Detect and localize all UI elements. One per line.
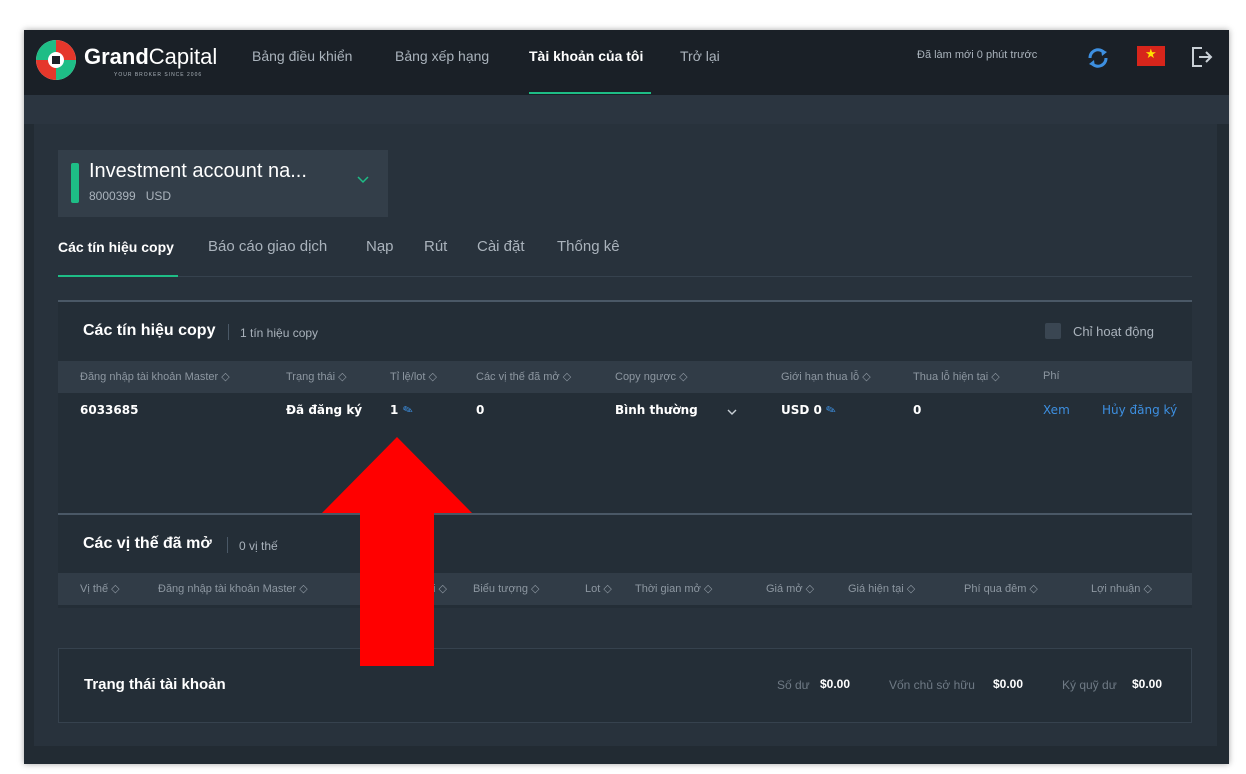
col-open-positions[interactable]: Các vị thế đã mở ◇ [476, 370, 571, 383]
logout-icon[interactable] [1188, 44, 1214, 70]
col-loss-limit[interactable]: Giới hạn thua lỗ ◇ [781, 370, 871, 383]
section-title: Trạng thái tài khoản [84, 676, 226, 693]
signals-count: 1 tín hiệu copy [240, 326, 319, 340]
brand-name[interactable]: GrandCapital [84, 44, 217, 70]
balance-value: $0.00 [820, 677, 851, 691]
nav-active-indicator [529, 92, 651, 94]
account-status-section: Trạng thái tài khoản Số dư $0.00 Vốn chủ… [58, 648, 1192, 723]
grandcapital-logo-icon[interactable] [34, 38, 78, 82]
copy-reverse-select[interactable]: Bình thường [615, 403, 698, 417]
col-profit[interactable]: Lợi nhuận ◇ [1091, 582, 1152, 595]
free-margin-label: Ký quỹ dư [1062, 678, 1117, 692]
nav-dashboard[interactable]: Bảng điều khiển [252, 48, 352, 64]
brand-tagline: YOUR BROKER SINCE 2006 [114, 72, 203, 78]
col-master-login[interactable]: Đăng nhập tài khoản Master ◇ [80, 370, 230, 383]
col-open-time[interactable]: Thời gian mở ◇ [635, 582, 712, 595]
copy-signals-section: Các tín hiệu copy 1 tín hiệu copy Chỉ ho… [58, 300, 1192, 514]
cell-ratio: 1 ✎ [390, 401, 415, 419]
title-divider [227, 537, 228, 553]
free-margin-value: $0.00 [1132, 677, 1163, 691]
col-current-price[interactable]: Giá hiện tại ◇ [848, 582, 915, 595]
cell-loss-limit: USD 0 ✎ [781, 401, 839, 419]
col-fee: Phí [1043, 370, 1060, 382]
col-lot[interactable]: Lot ◇ [585, 582, 612, 595]
cell-open-positions: 0 [476, 403, 485, 417]
col-master-login[interactable]: Đăng nhập tài khoản Master ◇ [158, 582, 308, 595]
col-status[interactable]: Trạng thái ◇ [286, 370, 347, 383]
tabs-divider [58, 276, 1192, 277]
col-current-loss[interactable]: Thua lỗ hiện tại ◇ [913, 370, 1000, 383]
chevron-down-icon[interactable] [727, 408, 737, 416]
section-title: Các tín hiệu copy [83, 322, 216, 339]
cell-current-loss: 0 [913, 403, 922, 417]
equity-value: $0.00 [993, 677, 1024, 691]
account-status-bar [71, 163, 79, 203]
sub-bar [24, 95, 1229, 124]
nav-my-account[interactable]: Tài khoản của tôi [529, 48, 643, 64]
tab-deposit[interactable]: Nạp [366, 238, 394, 255]
chevron-down-icon[interactable] [356, 175, 370, 185]
col-position[interactable]: Vị thế ◇ [80, 582, 120, 595]
edit-loss-limit-icon[interactable]: ✎ [824, 402, 838, 419]
view-fee-link[interactable]: Xem [1043, 403, 1070, 417]
section-title: Các vị thế đã mở [83, 535, 212, 552]
refreshed-status: Đã làm mới 0 phút trước [917, 49, 1038, 61]
refresh-icon[interactable] [1086, 46, 1110, 70]
tab-active-indicator [58, 275, 178, 277]
active-only-checkbox[interactable] [1045, 323, 1061, 339]
account-selector[interactable]: Investment account na... 8000399 USD [58, 150, 388, 217]
signals-table-header: Đăng nhập tài khoản Master ◇ Trạng thái … [58, 361, 1192, 393]
col-ratio[interactable]: Tỉ lệ/lot ◇ [390, 370, 437, 383]
col-copy-reverse[interactable]: Copy ngược ◇ [615, 370, 688, 383]
tab-trade-report[interactable]: Báo cáo giao dịch [208, 238, 327, 255]
positions-table-header: Vị thế ◇ Đăng nhập tài khoản Master ◇ i … [58, 573, 1192, 605]
tab-settings[interactable]: Cài đặt [477, 238, 525, 255]
col-open-price[interactable]: Giá mở ◇ [766, 582, 814, 595]
nav-back[interactable]: Trở lại [680, 48, 720, 64]
balance-label: Số dư [777, 678, 810, 692]
top-navbar: GrandCapital YOUR BROKER SINCE 2006 Bảng… [24, 30, 1229, 95]
nav-ranking[interactable]: Bảng xếp hạng [395, 48, 489, 64]
title-divider [228, 324, 229, 340]
edit-ratio-icon[interactable]: ✎ [400, 402, 414, 419]
account-name: Investment account na... [89, 160, 307, 182]
vn-flag-icon[interactable]: ★ [1137, 46, 1165, 66]
active-only-label[interactable]: Chỉ hoạt động [1073, 324, 1154, 339]
tab-withdraw[interactable]: Rút [424, 238, 447, 255]
col-swap[interactable]: Phí qua đêm ◇ [964, 582, 1038, 595]
tab-statistics[interactable]: Thống kê [557, 238, 620, 255]
cell-master-login: 6033685 [80, 403, 139, 417]
app-window: GrandCapital YOUR BROKER SINCE 2006 Bảng… [24, 30, 1229, 764]
cell-status: Đã đăng ký [286, 403, 363, 417]
col-symbol[interactable]: Biểu tượng ◇ [473, 582, 539, 595]
account-number: 8000399 USD [89, 189, 172, 203]
unsubscribe-link[interactable]: Hủy đăng ký [1102, 403, 1177, 417]
positions-count: 0 vị thế [239, 539, 278, 553]
equity-label: Vốn chủ sở hữu [889, 678, 975, 692]
red-arrow-annotation [322, 437, 472, 666]
tab-copy-signals[interactable]: Các tín hiệu copy [58, 239, 174, 255]
open-positions-section: Các vị thế đã mở 0 vị thế Vị thế ◇ Đăng … [58, 513, 1192, 608]
